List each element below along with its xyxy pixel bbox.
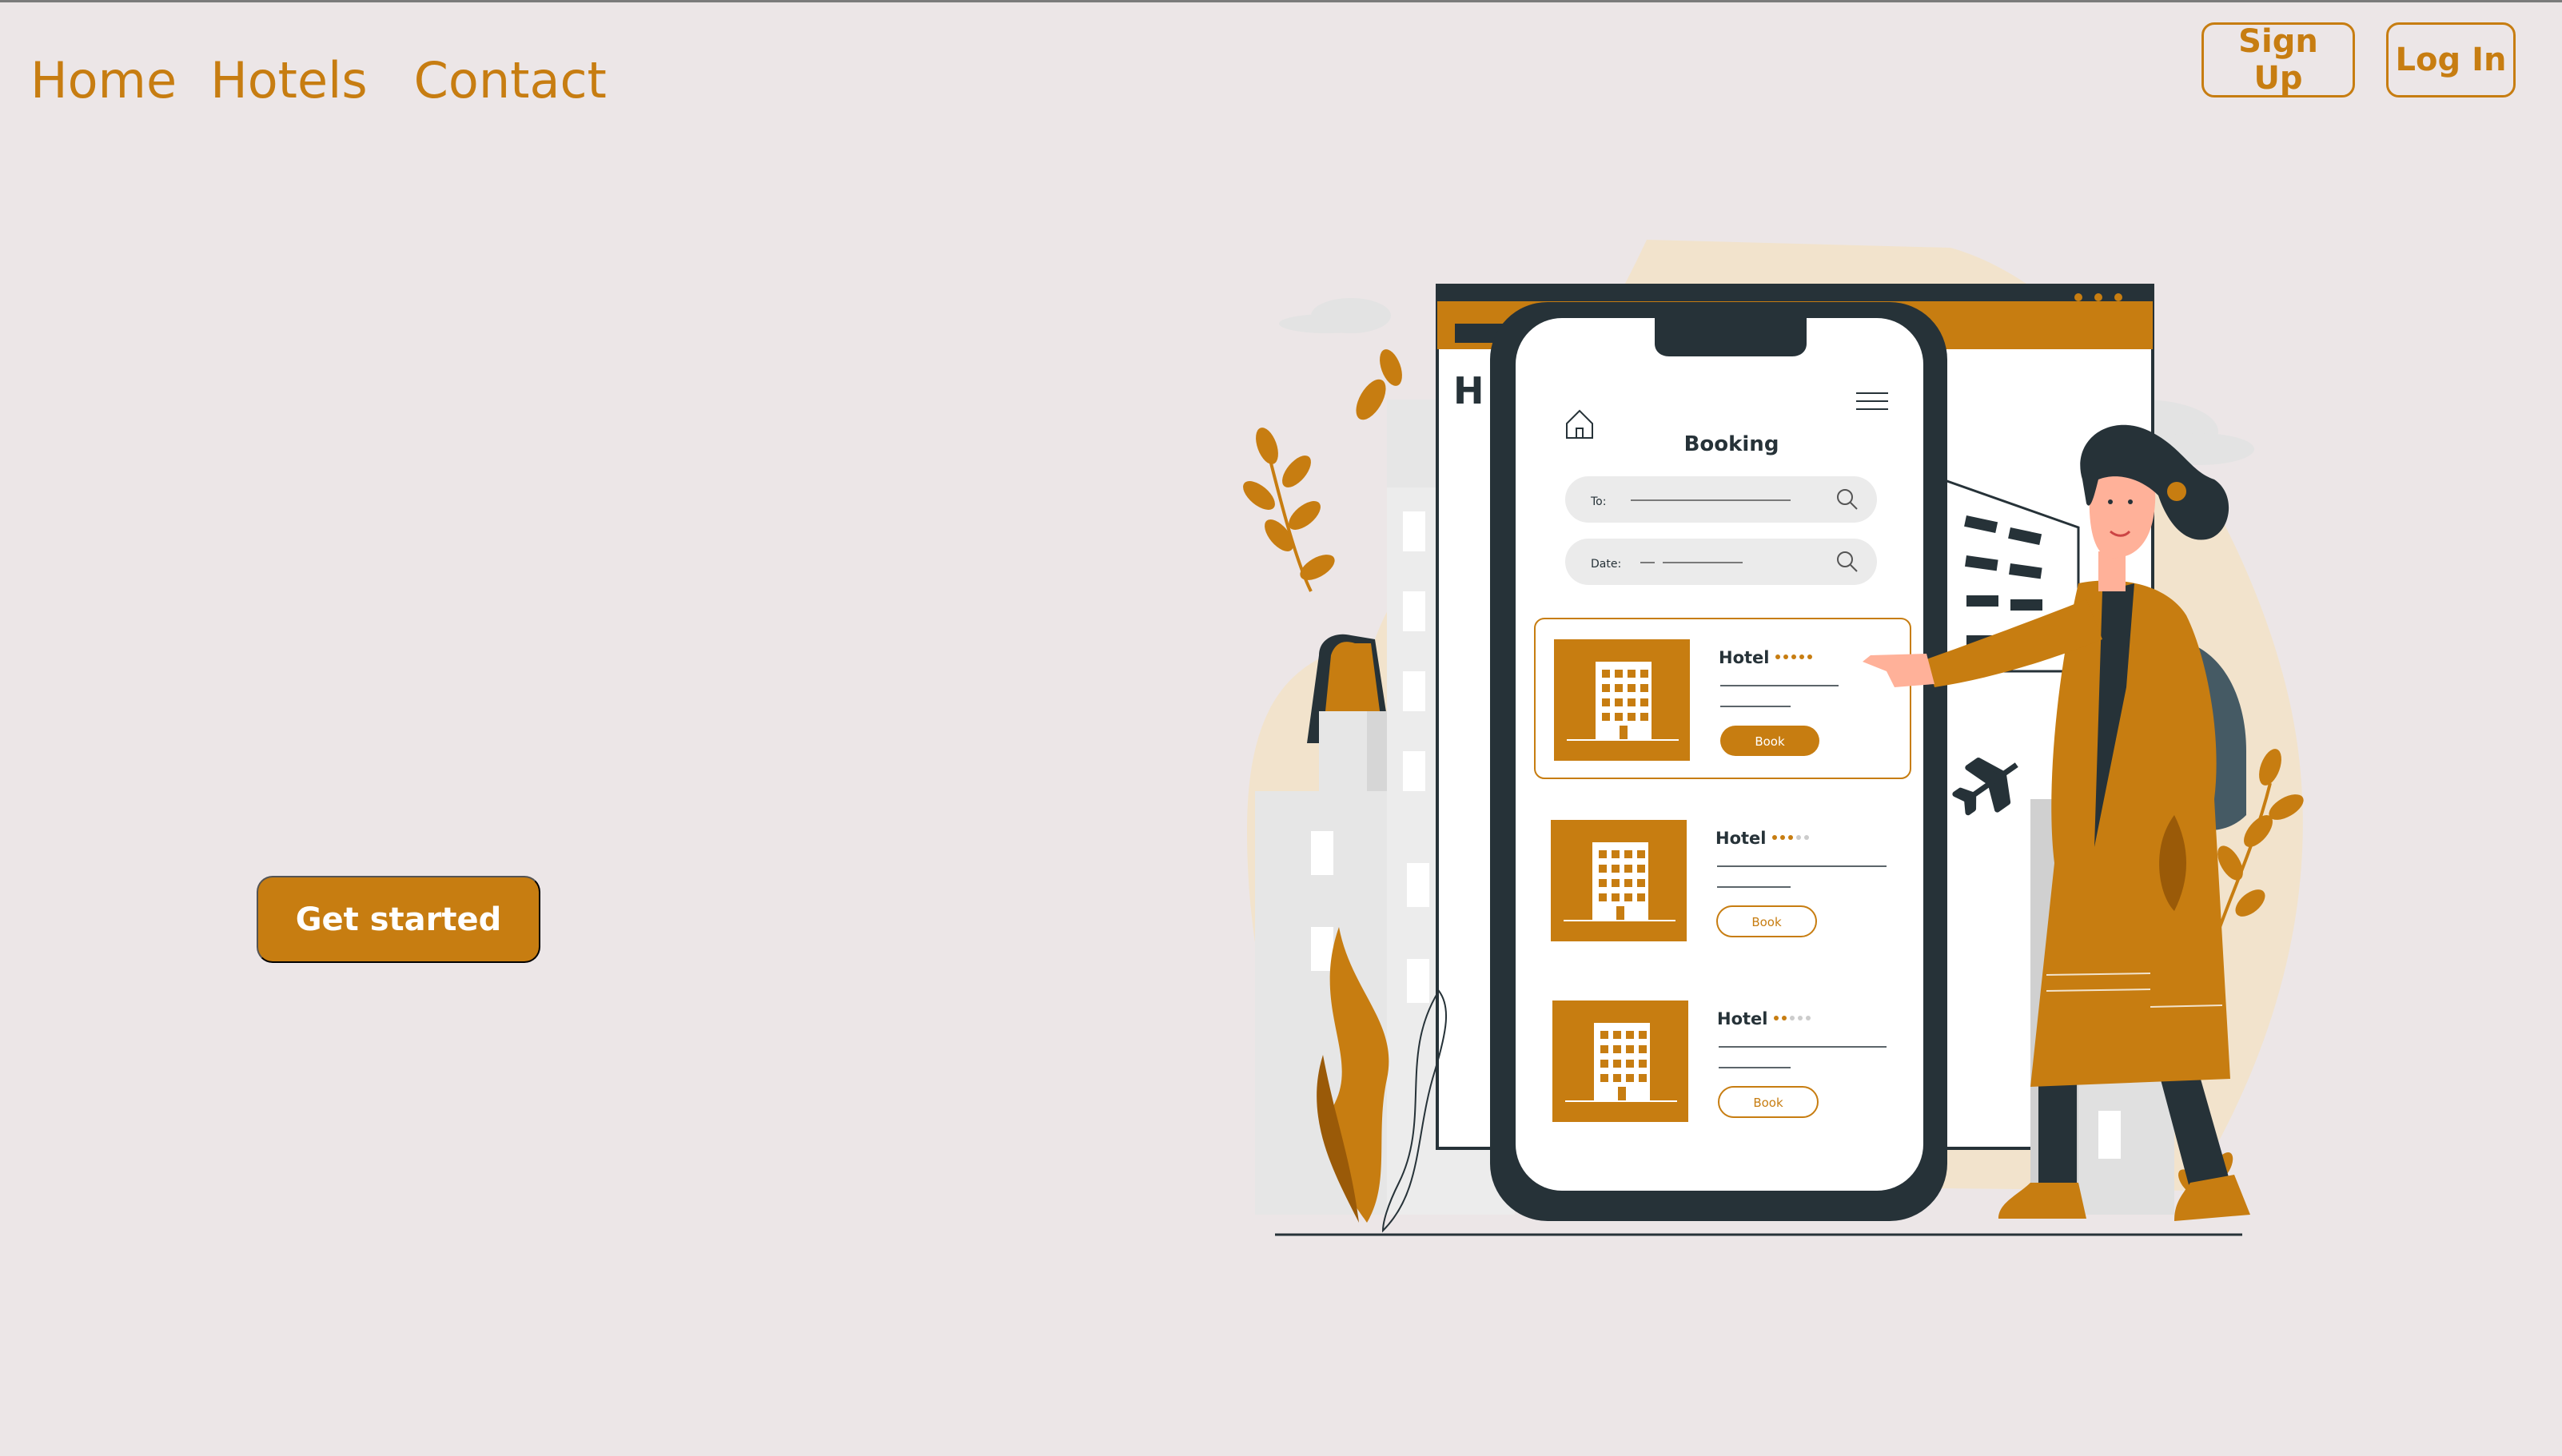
hotel-card-title: Hotel [1717,1009,1767,1028]
booking-title: Booking [1684,432,1779,456]
svg-text:Book: Book [1751,915,1782,929]
top-border [0,0,2562,2]
svg-text:Book: Book [1753,1096,1783,1110]
main-nav: Home Hotels Contact [30,56,640,105]
svg-text:Date:: Date: [1591,558,1621,571]
get-started-button[interactable]: Get started [257,876,540,963]
hero-illustration: H Booking To: Date: Hotel Book Hotel Boo… [1231,240,2334,1263]
phone: Booking To: Date: Hotel Book Hotel Book … [1490,302,1947,1221]
svg-text:Book: Book [1755,734,1785,749]
hotel-card-title: Hotel [1715,829,1766,848]
date-field: Date: [1565,539,1877,585]
nav-contact-link[interactable]: Contact [414,56,607,105]
sign-up-button[interactable]: Sign Up [2201,22,2355,97]
hotel-card: Hotel Book [1534,618,1911,779]
leaf-branch-icon [1243,349,1402,592]
svg-text:To:: To: [1590,495,1606,508]
nav-home-link[interactable]: Home [30,56,177,105]
nav-hotels-link[interactable]: Hotels [210,56,368,105]
log-in-button[interactable]: Log In [2386,22,2516,97]
hotel-card-title: Hotel [1719,648,1769,667]
sign-letter: H [1453,369,1484,412]
to-field: To: [1565,476,1877,523]
